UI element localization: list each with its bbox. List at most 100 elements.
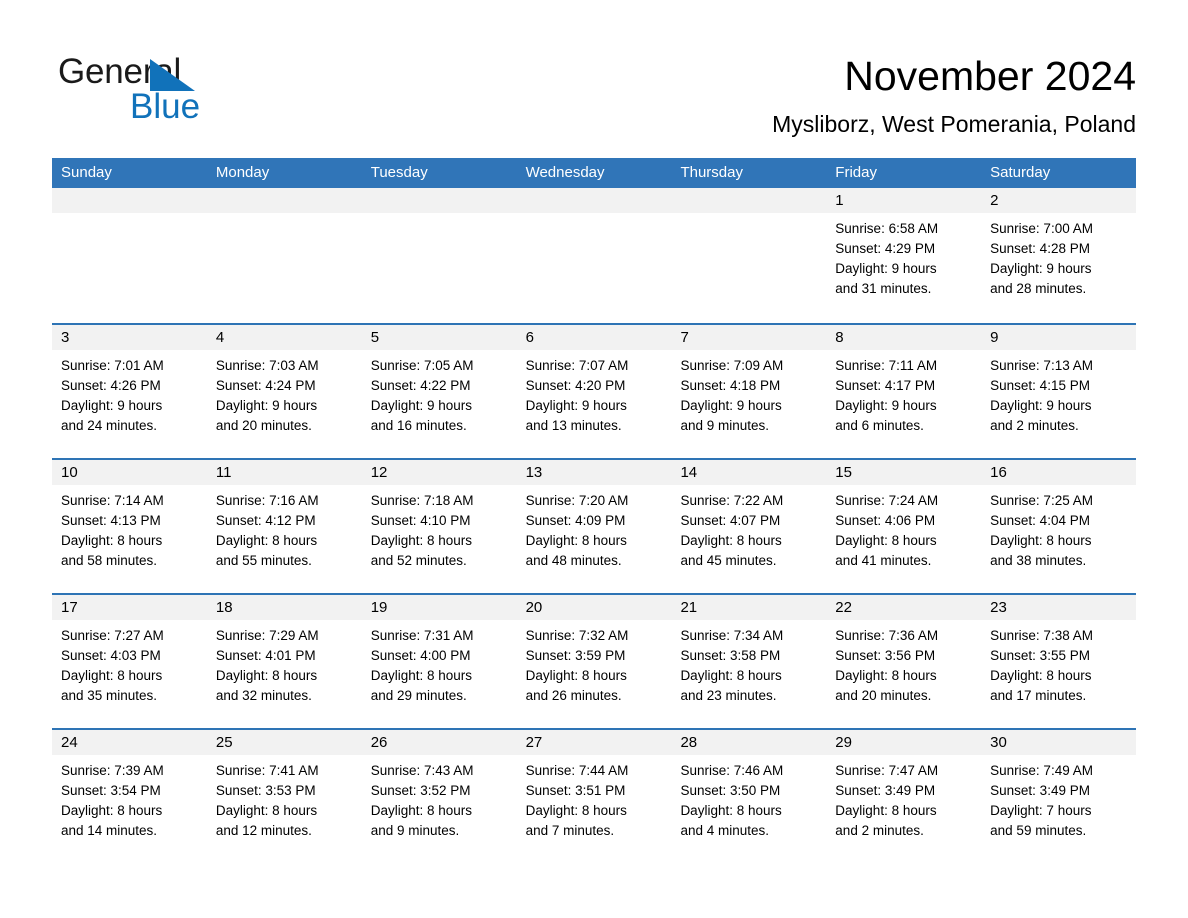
day-detail-line: Sunset: 3:53 PM — [215, 783, 316, 798]
day-detail-line: Sunset: 4:12 PM — [215, 513, 316, 528]
day-cell-16[interactable]: 16 Sunrise: 7:25 AM Sunset: 4:04 PM Dayligh… — [981, 460, 1137, 593]
day-detail-line: and 7 minutes. — [525, 823, 615, 838]
day-cell-22[interactable]: 22 Sunrise: 7:36 AM Sunset: 3:56 PM Dayligh… — [826, 595, 982, 728]
day-detail-line: Sunrise: 7:27 AM — [61, 628, 164, 643]
day-cell-21[interactable]: 21 Sunrise: 7:34 AM Sunset: 3:58 PM Dayligh… — [671, 595, 827, 728]
day-details: Sunrise: 7:25 AM Sunset: 4:04 PM Daylight:… — [981, 485, 1136, 571]
day-number: 8 — [826, 325, 982, 350]
day-number — [516, 188, 672, 213]
weekday-header-thursday: Thursday — [680, 164, 743, 181]
day-cell-3[interactable]: 3 Sunrise: 7:01 AM Sunset: 4:26 PM Daylight… — [52, 325, 207, 458]
day-cell-6[interactable]: 6 Sunrise: 7:07 AM Sunset: 4:20 PM Daylight… — [516, 325, 672, 458]
day-detail-line: Daylight: 9 hours — [215, 398, 318, 413]
day-cell-4[interactable]: 4 Sunrise: 7:03 AM Sunset: 4:24 PM Daylight… — [206, 325, 362, 458]
day-details: Sunrise: 7:14 AM Sunset: 4:13 PM Daylight:… — [52, 485, 207, 571]
day-cell-12[interactable]: 12 Sunrise: 7:18 AM Sunset: 4:10 PM Dayligh… — [361, 460, 517, 593]
day-detail-line: and 16 minutes. — [370, 418, 467, 433]
day-cell-empty — [206, 188, 362, 323]
title-block: November 2024 Mysliborz, West Pomerania,… — [772, 50, 1136, 138]
day-cell-2[interactable]: 2 Sunrise: 7:00 AM Sunset: 4:28 PM Daylight… — [981, 188, 1137, 323]
day-detail-line: Sunrise: 7:13 AM — [990, 358, 1093, 373]
day-number: 29 — [826, 730, 982, 755]
day-number: 14 — [671, 460, 827, 485]
day-cell-7[interactable]: 7 Sunrise: 7:09 AM Sunset: 4:18 PM Daylight… — [671, 325, 827, 458]
day-detail-line: Daylight: 8 hours — [680, 533, 782, 548]
day-detail-line: Sunset: 3:56 PM — [835, 648, 936, 663]
day-details: Sunrise: 7:13 AM Sunset: 4:15 PM Daylight:… — [981, 350, 1136, 436]
day-cell-11[interactable]: 11 Sunrise: 7:16 AM Sunset: 4:12 PM Dayligh… — [206, 460, 362, 593]
day-detail-line: Daylight: 9 hours — [990, 398, 1092, 413]
day-cell-30[interactable]: 30 Sunrise: 7:49 AM Sunset: 3:49 PM Dayligh… — [981, 730, 1137, 863]
day-detail-line: Sunrise: 7:34 AM — [680, 628, 784, 643]
day-detail-line: Daylight: 9 hours — [835, 261, 937, 276]
day-cell-1[interactable]: 1 Sunrise: 6:58 AM Sunset: 4:29 PM Daylight… — [826, 188, 982, 323]
day-cell-23[interactable]: 23 Sunrise: 7:38 AM Sunset: 3:55 PM Dayligh… — [981, 595, 1137, 728]
day-cell-18[interactable]: 18 Sunrise: 7:29 AM Sunset: 4:01 PM Dayligh… — [206, 595, 362, 728]
day-cell-13[interactable]: 13 Sunrise: 7:20 AM Sunset: 4:09 PM Dayligh… — [516, 460, 672, 593]
day-detail-line: Sunset: 4:03 PM — [61, 648, 161, 663]
day-detail-line: and 38 minutes. — [990, 553, 1087, 568]
day-cell-14[interactable]: 14 Sunrise: 7:22 AM Sunset: 4:07 PM Dayligh… — [671, 460, 827, 593]
day-detail-line: Sunrise: 7:22 AM — [680, 493, 784, 508]
day-detail-line: Sunrise: 6:58 AM — [835, 221, 939, 236]
day-detail-line: Sunrise: 7:11 AM — [835, 358, 938, 373]
day-detail-line: Sunset: 4:22 PM — [370, 378, 471, 393]
day-cell-26[interactable]: 26 Sunrise: 7:43 AM Sunset: 3:52 PM Dayligh… — [361, 730, 517, 863]
day-cell-19[interactable]: 19 Sunrise: 7:31 AM Sunset: 4:00 PM Dayligh… — [361, 595, 517, 728]
day-detail-line: Sunset: 4:26 PM — [61, 378, 161, 393]
generalblue-logo[interactable]: General Blue — [58, 52, 338, 132]
day-detail-line: Sunrise: 7:49 AM — [990, 763, 1093, 778]
day-detail-line: Sunset: 4:04 PM — [990, 513, 1090, 528]
day-detail-line: Sunset: 3:49 PM — [990, 783, 1090, 798]
logo-text-blue: Blue — [130, 87, 201, 126]
day-number: 5 — [361, 325, 517, 350]
day-number: 13 — [516, 460, 672, 485]
day-cell-9[interactable]: 9 Sunrise: 7:13 AM Sunset: 4:15 PM Daylight… — [981, 325, 1137, 458]
day-details — [517, 213, 672, 219]
day-detail-line: Sunrise: 7:39 AM — [61, 763, 164, 778]
page-header: General Blue November 2024 Mysliborz, We… — [0, 0, 1188, 158]
day-details: Sunrise: 7:39 AM Sunset: 3:54 PM Daylight:… — [52, 755, 207, 841]
day-details: Sunrise: 7:36 AM Sunset: 3:56 PM Daylight:… — [826, 620, 981, 706]
day-detail-line: and 14 minutes. — [61, 823, 158, 838]
day-details: Sunrise: 7:20 AM Sunset: 4:09 PM Daylight:… — [517, 485, 672, 571]
day-detail-line: Sunset: 4:13 PM — [61, 513, 161, 528]
day-detail-line: Sunset: 3:58 PM — [680, 648, 781, 663]
day-cell-27[interactable]: 27 Sunrise: 7:44 AM Sunset: 3:51 PM Dayligh… — [516, 730, 672, 863]
day-number: 19 — [361, 595, 517, 620]
day-details — [207, 213, 362, 219]
day-number — [671, 188, 827, 213]
weekday-header-wednesday: Wednesday — [525, 164, 605, 181]
day-cell-5[interactable]: 5 Sunrise: 7:05 AM Sunset: 4:22 PM Daylight… — [361, 325, 517, 458]
day-number: 17 — [52, 595, 207, 620]
day-cell-10[interactable]: 10 Sunrise: 7:14 AM Sunset: 4:13 PM Dayligh… — [52, 460, 207, 593]
day-cell-28[interactable]: 28 Sunrise: 7:46 AM Sunset: 3:50 PM Dayligh… — [671, 730, 827, 863]
day-number: 10 — [52, 460, 207, 485]
day-detail-line: Sunrise: 7:43 AM — [370, 763, 474, 778]
day-detail-line: Daylight: 8 hours — [835, 533, 937, 548]
calendar-week-row: 10 Sunrise: 7:14 AM Sunset: 4:13 PM Dayligh… — [52, 458, 1137, 593]
day-cell-20[interactable]: 20 Sunrise: 7:32 AM Sunset: 3:59 PM Dayligh… — [516, 595, 672, 728]
day-detail-line: Sunrise: 7:05 AM — [370, 358, 474, 373]
day-cell-15[interactable]: 15 Sunrise: 7:24 AM Sunset: 4:06 PM Dayligh… — [826, 460, 982, 593]
day-detail-line: Daylight: 9 hours — [61, 398, 163, 413]
day-cell-8[interactable]: 8 Sunrise: 7:11 AM Sunset: 4:17 PM Daylight… — [826, 325, 982, 458]
day-cell-17[interactable]: 17 Sunrise: 7:27 AM Sunset: 4:03 PM Dayligh… — [52, 595, 207, 728]
day-cell-29[interactable]: 29 Sunrise: 7:47 AM Sunset: 3:49 PM Dayligh… — [826, 730, 982, 863]
day-cell-24[interactable]: 24 Sunrise: 7:39 AM Sunset: 3:54 PM Dayligh… — [52, 730, 207, 863]
day-detail-line: Daylight: 8 hours — [370, 533, 473, 548]
day-detail-line: and 9 minutes. — [370, 823, 460, 838]
day-detail-line: and 59 minutes. — [990, 823, 1087, 838]
day-details: Sunrise: 7:24 AM Sunset: 4:06 PM Daylight:… — [826, 485, 981, 571]
day-cell-empty — [671, 188, 827, 323]
day-detail-line: and 45 minutes. — [680, 553, 777, 568]
day-detail-line: Sunrise: 7:00 AM — [990, 221, 1093, 236]
day-detail-line: and 31 minutes. — [835, 281, 932, 296]
day-detail-line: Sunrise: 7:41 AM — [215, 763, 319, 778]
day-details: Sunrise: 7:49 AM Sunset: 3:49 PM Daylight:… — [981, 755, 1136, 841]
calendar-week-row: 1 Sunrise: 6:58 AM Sunset: 4:29 PM Daylight… — [52, 188, 1137, 323]
day-cell-25[interactable]: 25 Sunrise: 7:41 AM Sunset: 3:53 PM Dayligh… — [206, 730, 362, 863]
day-detail-line: Sunset: 4:17 PM — [835, 378, 936, 393]
day-detail-line: Sunset: 4:15 PM — [990, 378, 1090, 393]
day-number: 22 — [826, 595, 982, 620]
